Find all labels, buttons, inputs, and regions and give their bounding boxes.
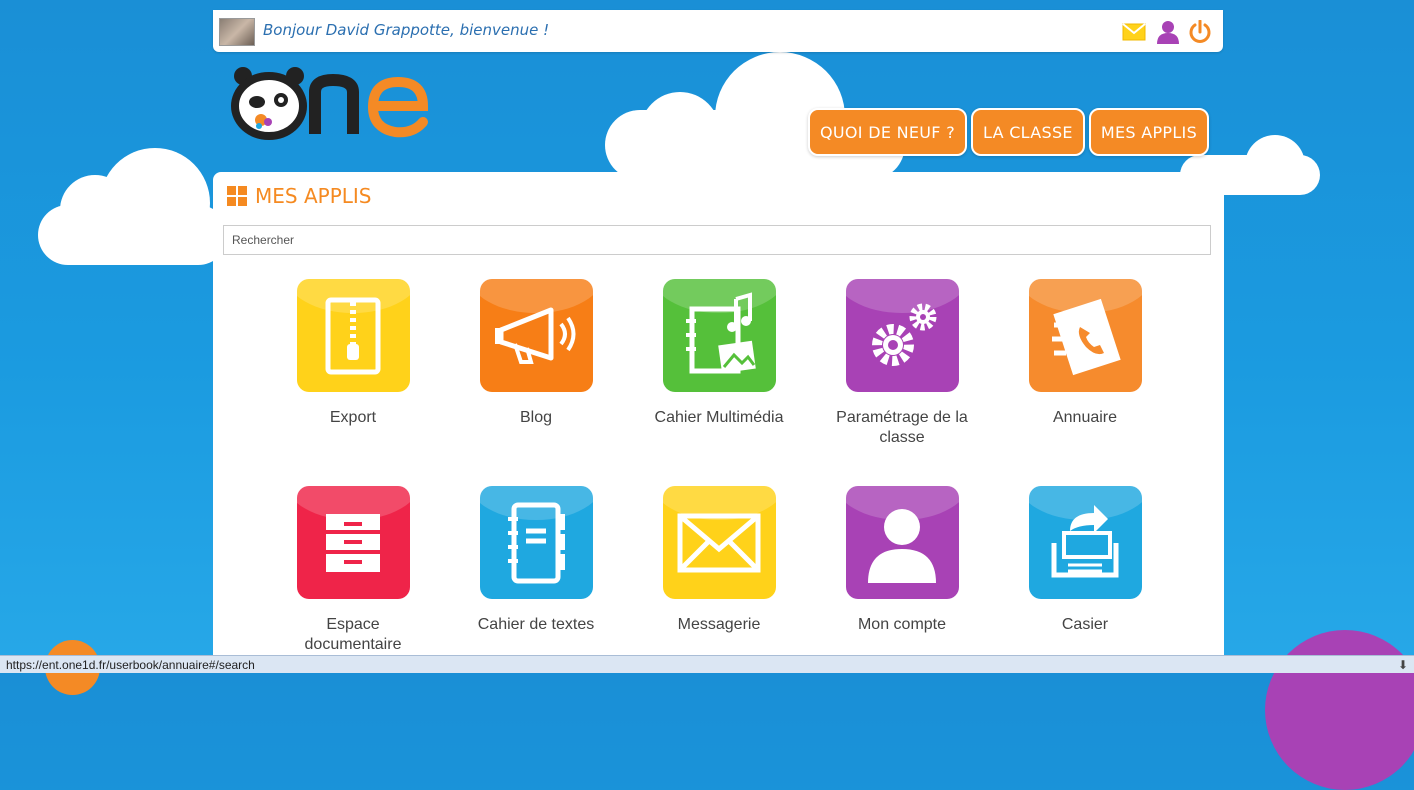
app-espace-documentaire[interactable]: Espace documentaire bbox=[261, 486, 445, 655]
avatar[interactable] bbox=[219, 18, 255, 46]
apps-panel: MES APPLIS Export Blog Cahier Multimédia… bbox=[213, 172, 1224, 673]
app-label: Blog bbox=[519, 409, 553, 426]
app-label: Casier bbox=[1061, 616, 1109, 633]
app-label: Messagerie bbox=[677, 616, 761, 633]
welcome-message: Bonjour David Grappotte, bienvenue ! bbox=[263, 21, 550, 39]
app-label: Cahier Multimédia bbox=[654, 409, 784, 426]
user-icon[interactable] bbox=[1155, 19, 1181, 45]
app-export[interactable]: Export bbox=[261, 279, 445, 428]
app-label: Export bbox=[329, 409, 377, 426]
zip-file-icon bbox=[296, 279, 410, 392]
app-parametrage-classe[interactable]: Paramétrage de la classe bbox=[810, 279, 994, 448]
phone-book-icon bbox=[1028, 279, 1142, 392]
page-title-row: MES APPLIS bbox=[227, 184, 371, 208]
power-icon[interactable] bbox=[1187, 19, 1213, 45]
app-label: Espace documentaire bbox=[304, 616, 402, 653]
user-account-icon bbox=[845, 486, 959, 599]
nav-la-classe[interactable]: LA CLASSE bbox=[971, 108, 1085, 156]
app-annuaire[interactable]: Annuaire bbox=[993, 279, 1177, 428]
nav-mes-applis[interactable]: MES APPLIS bbox=[1088, 108, 1210, 156]
app-cahier-multimedia[interactable]: Cahier Multimédia bbox=[627, 279, 811, 428]
main-nav: QUOI DE NEUF ? LA CLASSE MES APPLIS bbox=[808, 108, 1210, 156]
tray-icon bbox=[1028, 486, 1142, 599]
app-label: Mon compte bbox=[857, 616, 947, 633]
app-label: Paramétrage de la classe bbox=[836, 409, 968, 446]
gears-icon bbox=[845, 279, 959, 392]
filing-cabinet-icon bbox=[296, 486, 410, 599]
envelope-icon bbox=[662, 486, 776, 599]
nav-quoi-de-neuf[interactable]: QUOI DE NEUF ? bbox=[808, 108, 967, 156]
one-logo[interactable] bbox=[223, 62, 443, 142]
status-url: https://ent.one1d.fr/userbook/annuaire#/… bbox=[6, 658, 255, 672]
top-bar: Bonjour David Grappotte, bienvenue ! bbox=[213, 10, 1223, 52]
browser-status-bar: https://ent.one1d.fr/userbook/annuaire#/… bbox=[0, 655, 1414, 673]
app-mon-compte[interactable]: Mon compte bbox=[810, 486, 994, 635]
download-arrow-icon[interactable]: ⬇ bbox=[1398, 656, 1408, 674]
decor-purple-circle bbox=[1265, 630, 1414, 790]
notebook-icon bbox=[479, 486, 593, 599]
app-cahier-de-textes[interactable]: Cahier de textes bbox=[444, 486, 628, 635]
apps-grid-icon bbox=[227, 186, 247, 206]
app-label: Cahier de textes bbox=[477, 616, 595, 633]
app-messagerie[interactable]: Messagerie bbox=[627, 486, 811, 635]
app-casier[interactable]: Casier bbox=[993, 486, 1177, 635]
mail-icon[interactable] bbox=[1121, 19, 1147, 45]
search-input[interactable] bbox=[223, 225, 1211, 255]
app-label: Annuaire bbox=[1052, 409, 1118, 426]
multimedia-notebook-icon bbox=[662, 279, 776, 392]
page-title: MES APPLIS bbox=[255, 184, 372, 208]
megaphone-icon bbox=[479, 279, 593, 392]
app-blog[interactable]: Blog bbox=[444, 279, 628, 428]
